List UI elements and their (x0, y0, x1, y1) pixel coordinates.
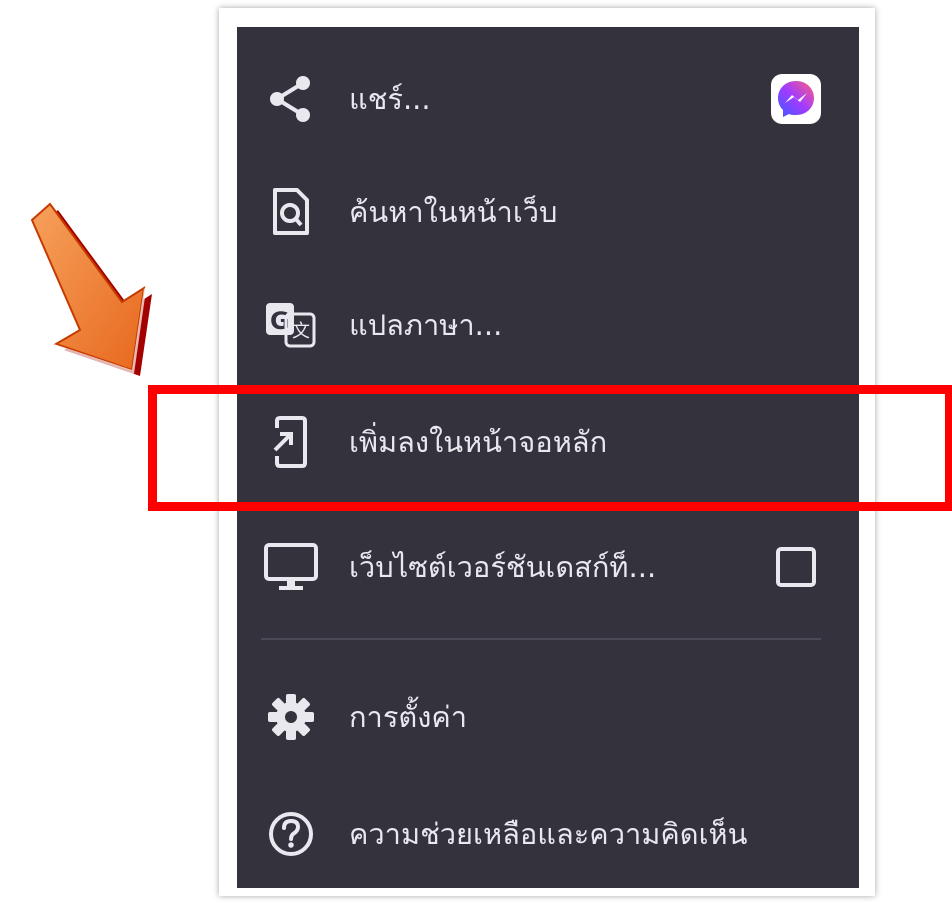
menu-item-help-feedback-label: ความช่วยเหลือและความคิดเห็น (349, 817, 748, 851)
menu-item-desktop-site[interactable]: เว็บไซต์เวอร์ชันเดสก์ท็... (237, 522, 859, 612)
menu-item-find-in-page-label: ค้นหาในหน้าเว็บ (349, 195, 558, 229)
desktop-site-checkbox[interactable] (775, 546, 817, 588)
menu-item-help-feedback[interactable]: ความช่วยเหลือและความคิดเห็น (237, 789, 859, 879)
menu-item-settings-label: การตั้งค่า (349, 700, 468, 734)
translate-icon: G 文 (263, 297, 319, 353)
menu-divider (261, 638, 821, 640)
menu-item-add-to-home-screen[interactable]: เพิ่มลงในหน้าจอหลัก (237, 397, 859, 487)
menu-item-add-to-home-screen-label: เพิ่มลงในหน้าจอหลัก (349, 425, 608, 459)
menu-item-share[interactable]: แชร์... (237, 54, 859, 144)
menu-item-find-in-page[interactable]: ค้นหาในหน้าเว็บ (237, 167, 859, 257)
menu-item-translate-label: แปลภาษา... (349, 308, 503, 342)
menu-item-translate[interactable]: G 文 แปลภาษา... (237, 280, 859, 370)
desktop-icon (263, 539, 319, 595)
help-icon (263, 806, 319, 862)
svg-text:文: 文 (292, 321, 310, 342)
find-in-page-icon (263, 184, 319, 240)
menu-item-desktop-site-label: เว็บไซต์เวอร์ชันเดสก์ท็... (349, 550, 657, 584)
share-icon (263, 71, 319, 127)
menu-item-settings[interactable]: การตั้งค่า (237, 672, 859, 762)
menu-item-share-label: แชร์... (349, 82, 431, 116)
add-to-home-screen-icon (263, 414, 319, 470)
overflow-menu: แชร์... ค้นหาในหน้าเว็บ G 文 แปลภาษา... เ… (237, 27, 859, 888)
messenger-icon[interactable] (771, 74, 821, 124)
pointer-arrow-icon (4, 182, 164, 382)
settings-gear-icon (263, 689, 319, 745)
